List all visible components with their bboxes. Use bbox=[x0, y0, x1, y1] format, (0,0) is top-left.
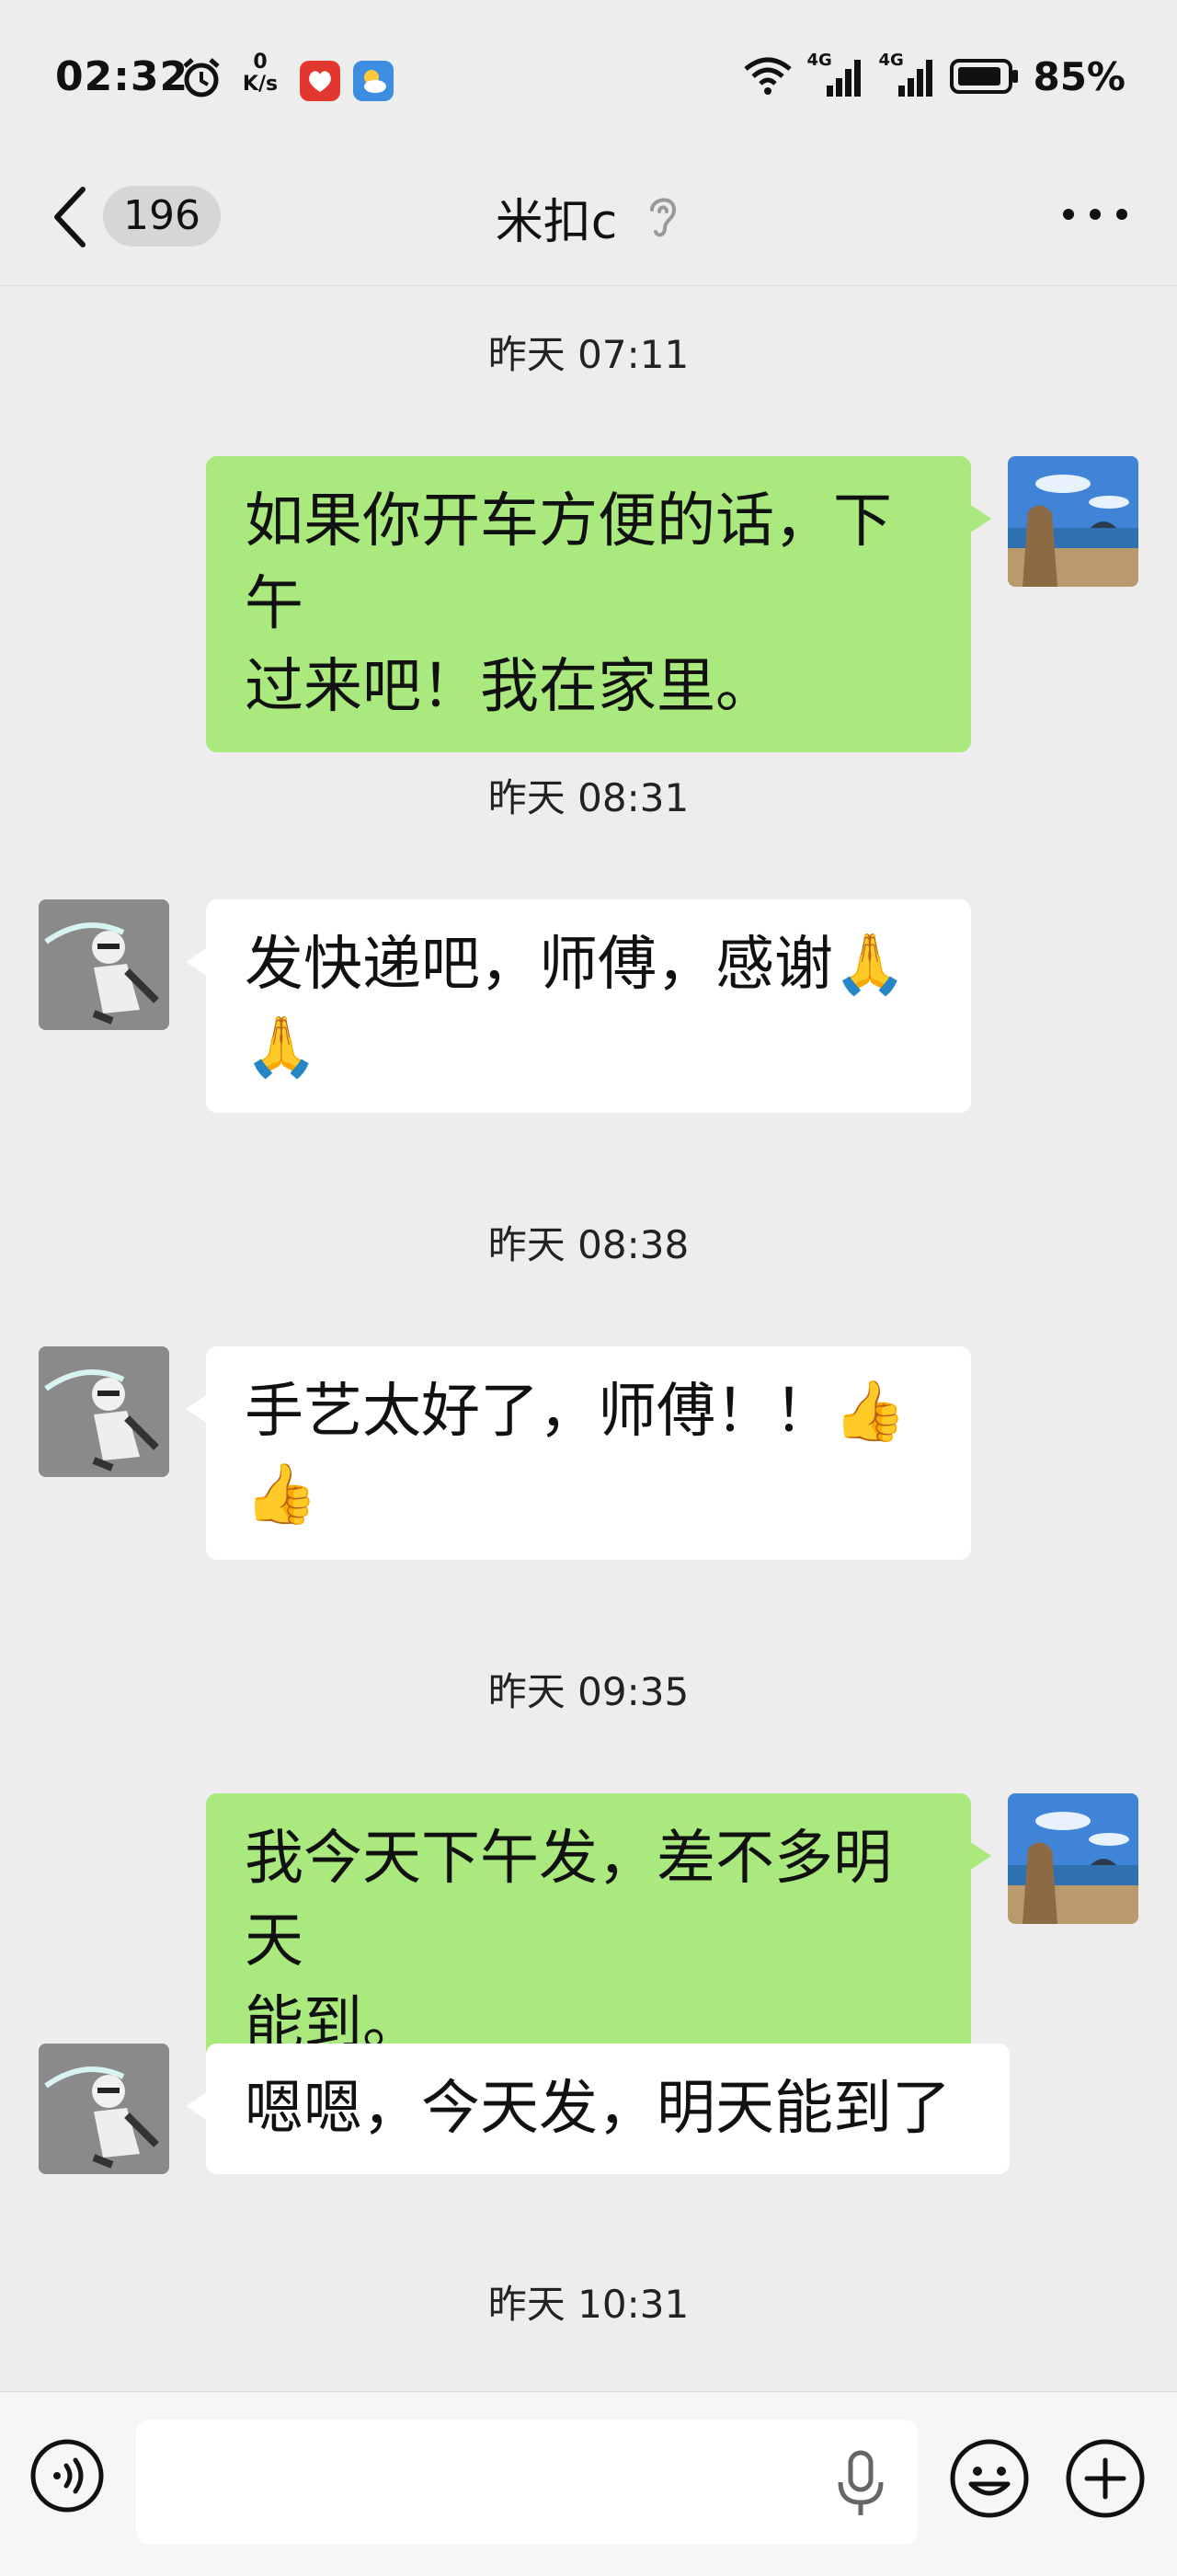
timestamp: 昨天 10:31 bbox=[487, 2282, 690, 2327]
avatar[interactable] bbox=[1008, 1793, 1138, 1924]
battery-icon bbox=[950, 59, 1019, 94]
plus-icon[interactable] bbox=[1065, 2438, 1146, 2519]
net-speed: 0 K/s bbox=[235, 52, 285, 96]
emoji-icon[interactable] bbox=[949, 2438, 1030, 2519]
more-dot bbox=[1116, 209, 1127, 220]
battery-percent: 85% bbox=[1033, 53, 1126, 99]
weather-app-icon bbox=[353, 61, 394, 101]
ear-icon bbox=[650, 198, 677, 237]
message-bubble-theirs[interactable]: 发快递吧，师傅，感谢🙏 🙏 bbox=[186, 899, 971, 1113]
signal-icon bbox=[898, 60, 933, 97]
net-speed-value: 0 bbox=[253, 51, 268, 74]
voice-icon[interactable] bbox=[29, 2438, 105, 2513]
message-line: 手艺太好了，师傅！！👍 bbox=[245, 1378, 907, 1446]
more-dot bbox=[1090, 209, 1101, 220]
timestamp: 昨天 07:11 bbox=[487, 332, 690, 377]
avatar-figure-image bbox=[39, 2044, 169, 2174]
avatar-figure-image bbox=[39, 899, 169, 1030]
message-line: 如果你开车方便的话，下午 bbox=[245, 487, 892, 638]
message-line: 我今天下午发，差不多明天 bbox=[245, 1825, 892, 1975]
avatar[interactable] bbox=[39, 1346, 169, 1477]
status-bar: 02:32 0 K/s 4G 4G 85% bbox=[0, 0, 1177, 138]
avatar[interactable] bbox=[39, 899, 169, 1030]
message-input[interactable] bbox=[136, 2420, 918, 2545]
avatar-landscape-image bbox=[1008, 1793, 1138, 1924]
message-bubble-theirs[interactable]: 嗯嗯，今天发，明天能到了 bbox=[186, 2044, 1010, 2174]
avatar[interactable] bbox=[39, 2044, 169, 2174]
more-dot bbox=[1063, 209, 1074, 220]
title-area: 米扣c bbox=[0, 180, 1177, 254]
timestamp: 昨天 08:31 bbox=[487, 775, 690, 820]
status-right: 4G 4G 85% bbox=[742, 51, 1126, 99]
signal-2: 4G bbox=[878, 51, 937, 98]
chat-header: 196 米扣c bbox=[0, 147, 1177, 286]
message-bubble-mine[interactable]: 如果你开车方便的话，下午 过来吧！我在家里。 bbox=[206, 456, 991, 752]
message-line: 👍 bbox=[245, 1460, 318, 1528]
net-speed-unit: K/s bbox=[242, 73, 279, 96]
message-line: 发快递吧，师傅，感谢🙏 bbox=[245, 931, 907, 999]
chat-title[interactable]: 米扣c bbox=[496, 183, 618, 252]
more-icon[interactable] bbox=[1063, 200, 1127, 228]
message-line: 嗯嗯，今天发，明天能到了 bbox=[245, 2075, 951, 2143]
signal-icon bbox=[827, 60, 862, 97]
message-bubble-theirs[interactable]: 手艺太好了，师傅！！👍 👍 bbox=[186, 1346, 971, 1560]
timestamp: 昨天 08:38 bbox=[487, 1222, 690, 1267]
message-line: 🙏 bbox=[245, 1013, 318, 1082]
input-bar bbox=[0, 2391, 1177, 2576]
avatar[interactable] bbox=[1008, 456, 1138, 587]
wifi-icon bbox=[744, 57, 793, 95]
notification-app-icon bbox=[300, 61, 340, 101]
status-time: 02:32 bbox=[55, 53, 189, 100]
message-line: 过来吧！我在家里。 bbox=[245, 653, 774, 721]
avatar-landscape-image bbox=[1008, 456, 1138, 587]
avatar-figure-image bbox=[39, 1346, 169, 1477]
microphone-icon[interactable] bbox=[833, 2449, 888, 2519]
alarm-icon bbox=[183, 58, 220, 97]
signal-1: 4G bbox=[806, 51, 865, 98]
timestamp: 昨天 09:35 bbox=[487, 1669, 690, 1714]
